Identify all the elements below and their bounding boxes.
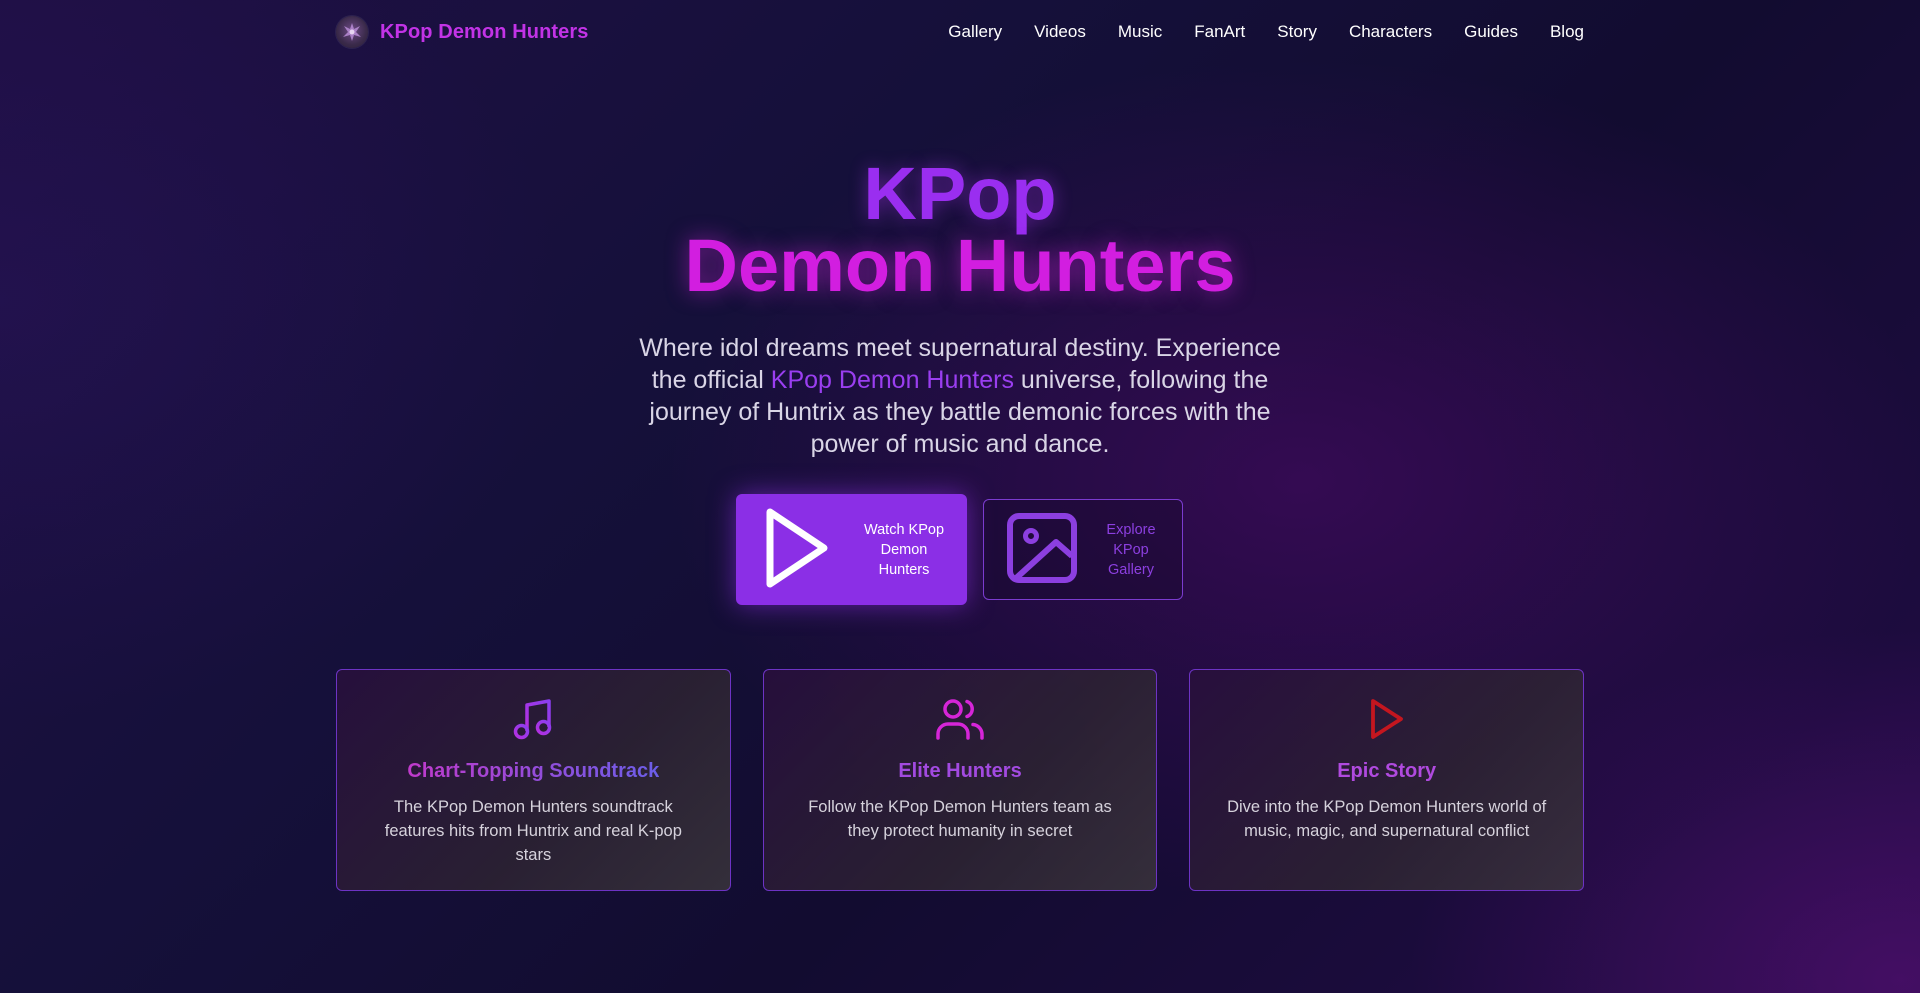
hero-description: Where idol dreams meet supernatural dest…: [620, 332, 1300, 460]
play-icon: [1367, 696, 1407, 742]
nav-link-gallery[interactable]: Gallery: [948, 22, 1002, 42]
demon-emblem-icon: [336, 16, 368, 48]
cta-row: Watch KPop Demon Hunters Explore KPop Ga…: [736, 494, 1183, 605]
hero-title: KPop Demon Hunters: [0, 152, 1920, 307]
feature-title: Elite Hunters: [898, 760, 1022, 782]
feature-text: Follow the KPop Demon Hunters team as th…: [808, 798, 1112, 840]
feature-cards: Chart-Topping Soundtrack The KPop Demon …: [336, 669, 1585, 891]
feature-text: Dive into the KPop Demon Hunters world o…: [1227, 798, 1547, 840]
nav-link-guides[interactable]: Guides: [1464, 22, 1518, 42]
watch-button-label: Watch KPop Demon Hunters: [863, 521, 945, 578]
brand-link[interactable]: KPop Demon Hunters: [336, 16, 588, 48]
top-navbar: KPop Demon Hunters Gallery Videos Music …: [336, 0, 1584, 64]
feature-card-story: Epic Story Dive into the KPop Demon Hunt…: [1189, 669, 1585, 891]
users-icon: [936, 696, 984, 742]
nav-link-story[interactable]: Story: [1277, 22, 1317, 42]
nav-link-music[interactable]: Music: [1118, 22, 1162, 42]
nav-link-characters[interactable]: Characters: [1349, 22, 1432, 42]
brand-name: KPop Demon Hunters: [380, 20, 589, 43]
feature-title: Chart-Topping Soundtrack: [407, 760, 660, 782]
hero-desc-highlight: KPop Demon Hunters: [770, 366, 1014, 394]
watch-button[interactable]: Watch KPop Demon Hunters: [736, 494, 967, 605]
feature-text: The KPop Demon Hunters soundtrack featur…: [384, 798, 682, 864]
feature-title: Epic Story: [1337, 760, 1437, 782]
nav-link-blog[interactable]: Blog: [1550, 22, 1584, 42]
music-note-icon: [511, 696, 555, 742]
nav-link-fanart[interactable]: FanArt: [1194, 22, 1245, 42]
feature-card-soundtrack: Chart-Topping Soundtrack The KPop Demon …: [336, 669, 731, 891]
explore-gallery-label: Explore KPop Gallery: [1106, 521, 1156, 578]
image-icon: [1006, 512, 1078, 587]
feature-card-hunters: Elite Hunters Follow the KPop Demon Hunt…: [762, 669, 1158, 891]
nav-link-videos[interactable]: Videos: [1034, 22, 1086, 42]
hero-title-line2: Demon Hunters: [684, 224, 1236, 307]
hero-title-line1: KPop: [863, 152, 1057, 235]
play-icon: [762, 506, 832, 593]
explore-gallery-button[interactable]: Explore KPop Gallery: [983, 499, 1183, 600]
nav-links: Gallery Videos Music FanArt Story Charac…: [948, 22, 1584, 42]
